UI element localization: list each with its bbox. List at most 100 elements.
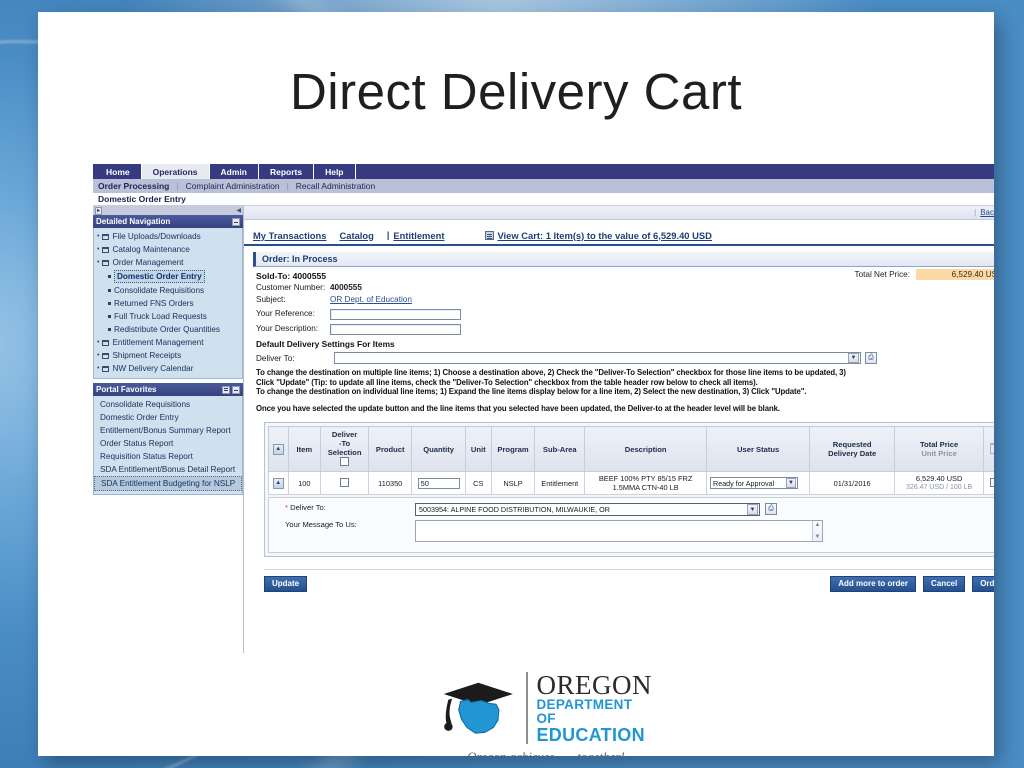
- expand-icon[interactable]: ▸: [95, 206, 103, 215]
- nav-tab-help[interactable]: Help: [314, 164, 356, 179]
- bullet-icon: •: [97, 352, 100, 359]
- sub-navigation-bar: Order Processing | Complaint Administrat…: [93, 179, 994, 193]
- column-deliver-to-selection-l3: Selection: [327, 448, 362, 458]
- sidebar-item-label: File Uploads/Downloads: [112, 232, 201, 241]
- cell-sub-area: Entitlement: [534, 471, 586, 496]
- detailed-navigation-list: • File Uploads/Downloads • Catalog Maint…: [93, 228, 243, 379]
- bullet-icon: •: [97, 246, 100, 253]
- subject-link[interactable]: OR Dept. of Education: [330, 294, 412, 306]
- tab-catalog[interactable]: Catalog: [339, 230, 386, 241]
- total-price-value: 6,529.40 USD: [915, 474, 963, 484]
- sidebar-item-label: Entitlement Management: [112, 338, 204, 347]
- sidebar-item-domestic-order-entry[interactable]: Domestic Order Entry: [94, 269, 242, 284]
- favorite-item-requisition-status-report[interactable]: Requisition Status Report: [94, 450, 242, 463]
- order-form: Total Net Price: 6,529.40 USD Sold-To: 4…: [244, 267, 994, 593]
- folder-icon: [102, 233, 110, 240]
- cell-total-price: 6,529.40 USD 326.47 USD / 100 LB: [894, 471, 985, 496]
- cell-quantity: 50: [411, 471, 466, 496]
- line-items-table: ▲ Item Deliver -To Selection Product Qua…: [268, 426, 994, 496]
- subnav-order-processing[interactable]: Order Processing: [98, 181, 176, 191]
- view-cart-link[interactable]: View Cart: 1 Item(s) to the value of 6,5…: [485, 230, 712, 241]
- favorite-item-sda-entitlement-bonus-detail-report[interactable]: SDA Entitlement/Bonus Detail Report: [94, 463, 242, 476]
- detail-deliver-to-search-icon[interactable]: ⎙: [765, 503, 777, 516]
- quantity-input[interactable]: 50: [417, 477, 460, 489]
- back-link[interactable]: Back: [980, 208, 994, 217]
- add-more-to-order-button[interactable]: Add more to order: [830, 576, 916, 593]
- favorite-item-consolidate-requisitions[interactable]: Consolidate Requisitions: [94, 398, 242, 411]
- options-icon[interactable]: [222, 385, 230, 394]
- column-total-price: Total Price Unit Price: [894, 426, 985, 473]
- page-title: Direct Delivery Cart: [289, 63, 743, 120]
- textarea-scrollbar[interactable]: ▲ ▼: [812, 521, 822, 542]
- nav-tab-admin[interactable]: Admin: [210, 164, 259, 179]
- column-item: Item: [287, 426, 322, 473]
- message-to-us-textarea[interactable]: ▲ ▼: [415, 520, 823, 543]
- sidebar-item-order-management[interactable]: • Order Management: [94, 256, 242, 269]
- select-all-deliver-to-checkbox[interactable]: [340, 457, 350, 467]
- sidebar-item-full-truck-load-requests[interactable]: Full Truck Load Requests: [94, 310, 242, 323]
- sidebar-item-catalog-maintenance[interactable]: • Catalog Maintenance: [94, 243, 242, 256]
- chevron-down-icon[interactable]: ▼: [747, 504, 758, 516]
- sidebar-item-nw-delivery-calendar[interactable]: • NW Delivery Calendar: [94, 362, 242, 375]
- folder-icon: [102, 259, 110, 266]
- sidebar-item-redistribute-order-quantities[interactable]: Redistribute Order Quantities: [94, 323, 242, 336]
- cancel-button[interactable]: Cancel: [922, 576, 966, 593]
- description-line-2: 1.5MMA CTN-40 LB: [612, 483, 679, 493]
- row-expand-cell: ▲: [268, 471, 289, 496]
- portal-favorites-title: Portal Favorites: [96, 385, 157, 394]
- sidebar-item-entitlement-management[interactable]: • Entitlement Management: [94, 336, 242, 349]
- nav-tab-reports[interactable]: Reports: [259, 164, 315, 179]
- sidebar-item-consolidate-requisitions[interactable]: Consolidate Requisitions: [94, 284, 242, 297]
- chevron-down-icon[interactable]: ▼: [786, 478, 796, 489]
- deliver-to-search-icon[interactable]: ⎙: [865, 352, 877, 364]
- collapse-all-icon[interactable]: ▲: [272, 444, 284, 456]
- favorite-item-domestic-order-entry[interactable]: Domestic Order Entry: [94, 411, 242, 424]
- bullet-icon: [108, 328, 111, 331]
- your-reference-input[interactable]: [330, 308, 461, 320]
- delete-row-checkbox[interactable]: [990, 477, 994, 487]
- your-description-input[interactable]: [330, 323, 461, 335]
- order-button[interactable]: Order: [972, 576, 994, 593]
- collapse-row-icon[interactable]: ▲: [272, 478, 284, 490]
- column-deliver-to-selection: Deliver -To Selection: [320, 426, 369, 473]
- subnav-recall-administration[interactable]: Recall Administration: [296, 181, 382, 191]
- logo-oregon-text: OREGON: [536, 670, 652, 700]
- chevron-down-icon[interactable]: ▼: [848, 353, 859, 363]
- cell-user-status: Ready for Approval ▼: [705, 471, 811, 496]
- trash-icon[interactable]: [990, 442, 994, 454]
- subnav-divider: |: [176, 181, 179, 191]
- tab-my-transactions[interactable]: My Transactions: [253, 230, 339, 241]
- tab-entitlement[interactable]: Entitlement: [393, 230, 457, 241]
- column-requested-delivery-date: Requested Delivery Date: [809, 426, 896, 473]
- collapse-left-icon[interactable]: ◀: [236, 207, 241, 214]
- update-button[interactable]: Update: [264, 576, 308, 593]
- scroll-down-icon[interactable]: ▼: [815, 534, 821, 540]
- application-screenshot: Home Operations Admin Reports Help Order…: [93, 164, 994, 653]
- minimize-icon[interactable]: [232, 385, 240, 394]
- user-status-select[interactable]: Ready for Approval ▼: [710, 477, 798, 490]
- panel-collapse-strip[interactable]: ▸ ◀: [93, 206, 243, 215]
- detail-deliver-to-select[interactable]: 5003954: ALPINE FOOD DISTRIBUTION, MILWA…: [415, 503, 760, 517]
- favorite-item-sda-entitlement-budgeting-for-nslp[interactable]: SDA Entitlement Budgeting for NSLP: [94, 476, 242, 491]
- favorite-item-entitlement-bonus-summary-report[interactable]: Entitlement/Bonus Summary Report: [94, 424, 242, 437]
- instruction-line-2: Click "Update" (Tip: to update all line …: [256, 377, 758, 387]
- subnav-complaint-administration[interactable]: Complaint Administration: [186, 181, 287, 191]
- deliver-to-selection-checkbox[interactable]: [340, 477, 350, 487]
- minimize-icon[interactable]: [232, 217, 240, 226]
- bullet-icon: [108, 302, 111, 305]
- scroll-up-icon[interactable]: ▲: [815, 522, 821, 528]
- folder-icon: [102, 339, 110, 346]
- deliver-to-select[interactable]: ▼: [334, 352, 861, 364]
- nav-tab-home[interactable]: Home: [95, 164, 142, 179]
- nav-tab-operations[interactable]: Operations: [141, 164, 210, 179]
- your-description-label: Your Description:: [256, 324, 319, 333]
- portal-favorites-header: Portal Favorites: [93, 383, 243, 396]
- sidebar-item-label: Shipment Receipts: [112, 351, 182, 360]
- sidebar-item-returned-fns-orders[interactable]: Returned FNS Orders: [94, 297, 242, 310]
- top-navigation-bar: Home Operations Admin Reports Help: [93, 164, 994, 179]
- sidebar-item-file-uploads-downloads[interactable]: • File Uploads/Downloads: [94, 230, 242, 243]
- sidebar-item-shipment-receipts[interactable]: • Shipment Receipts: [94, 349, 242, 362]
- favorite-item-order-status-report[interactable]: Order Status Report: [94, 437, 242, 450]
- sidebar-item-label: Domestic Order Entry: [114, 270, 205, 283]
- bullet-icon: •: [97, 233, 100, 240]
